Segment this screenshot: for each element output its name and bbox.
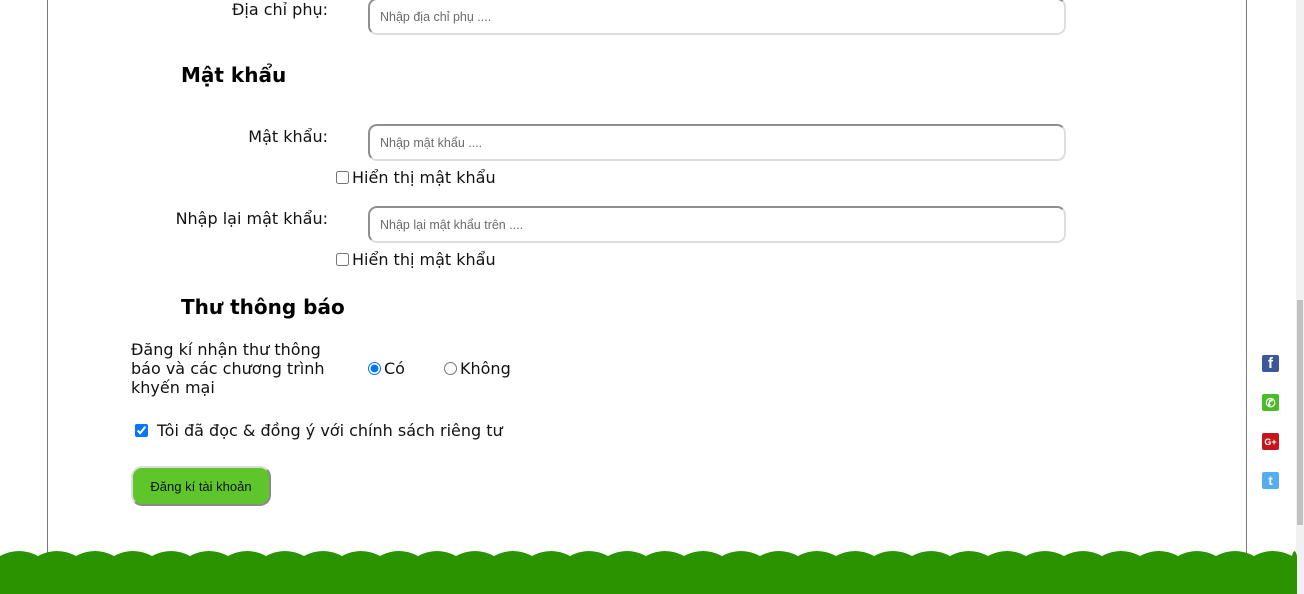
facebook-glyph: f [1268,355,1273,372]
password-section-title: Mật khẩu [181,63,287,87]
show-confirm-password-toggle[interactable]: Hiển thị mật khẩu [336,250,496,269]
page-scrollbar[interactable] [1296,0,1304,594]
twitter-icon[interactable]: t [1262,472,1279,489]
subscribe-label-line: Đăng kí nhận thư thông [131,340,321,359]
privacy-agreement[interactable]: Tôi đã đọc & đồng ý với chính sách riêng… [135,421,503,440]
subscribe-no-radio[interactable] [444,362,457,375]
scrollbar-thumb[interactable] [1297,300,1303,525]
show-confirm-password-checkbox[interactable] [336,253,349,266]
google-plus-icon[interactable]: G+ [1262,433,1279,450]
show-password-checkbox[interactable] [336,171,349,184]
subscribe-no-label: Không [460,359,511,378]
subscribe-yes-label: Có [384,359,405,378]
subscribe-label-line: báo và các chương trình [131,359,325,378]
privacy-label: Tôi đã đọc & đồng ý với chính sách riêng… [157,421,503,440]
show-confirm-password-label: Hiển thị mật khẩu [352,250,496,269]
footer-wave [0,551,1297,594]
secondary-address-input[interactable] [368,0,1066,35]
facebook-icon[interactable]: f [1262,355,1279,372]
privacy-checkbox[interactable] [135,424,148,437]
subscribe-no-option[interactable]: Không [444,359,511,378]
confirm-password-input[interactable] [368,206,1066,243]
secondary-address-label: Địa chỉ phụ: [231,0,328,19]
show-password-label: Hiển thị mật khẩu [352,168,496,187]
subscribe-yes-option[interactable]: Có [368,359,405,378]
google-plus-glyph: G+ [1264,436,1277,447]
twitter-glyph: t [1268,473,1273,488]
newsletter-section-title: Thư thông báo [181,295,345,319]
password-label: Mật khẩu: [248,127,328,146]
subscribe-label-line: khyến mại [131,378,215,397]
confirm-password-label: Nhập lại mật khẩu: [175,209,328,228]
show-password-toggle[interactable]: Hiển thị mật khẩu [336,168,496,187]
register-button[interactable]: Đăng kí tài khoản [131,466,271,506]
password-input[interactable] [368,124,1066,161]
phone-glyph: ✆ [1265,395,1276,410]
subscribe-label: Đăng kí nhận thư thông báo và các chương… [131,340,325,397]
phone-icon[interactable]: ✆ [1262,394,1279,411]
subscribe-yes-radio[interactable] [368,362,381,375]
